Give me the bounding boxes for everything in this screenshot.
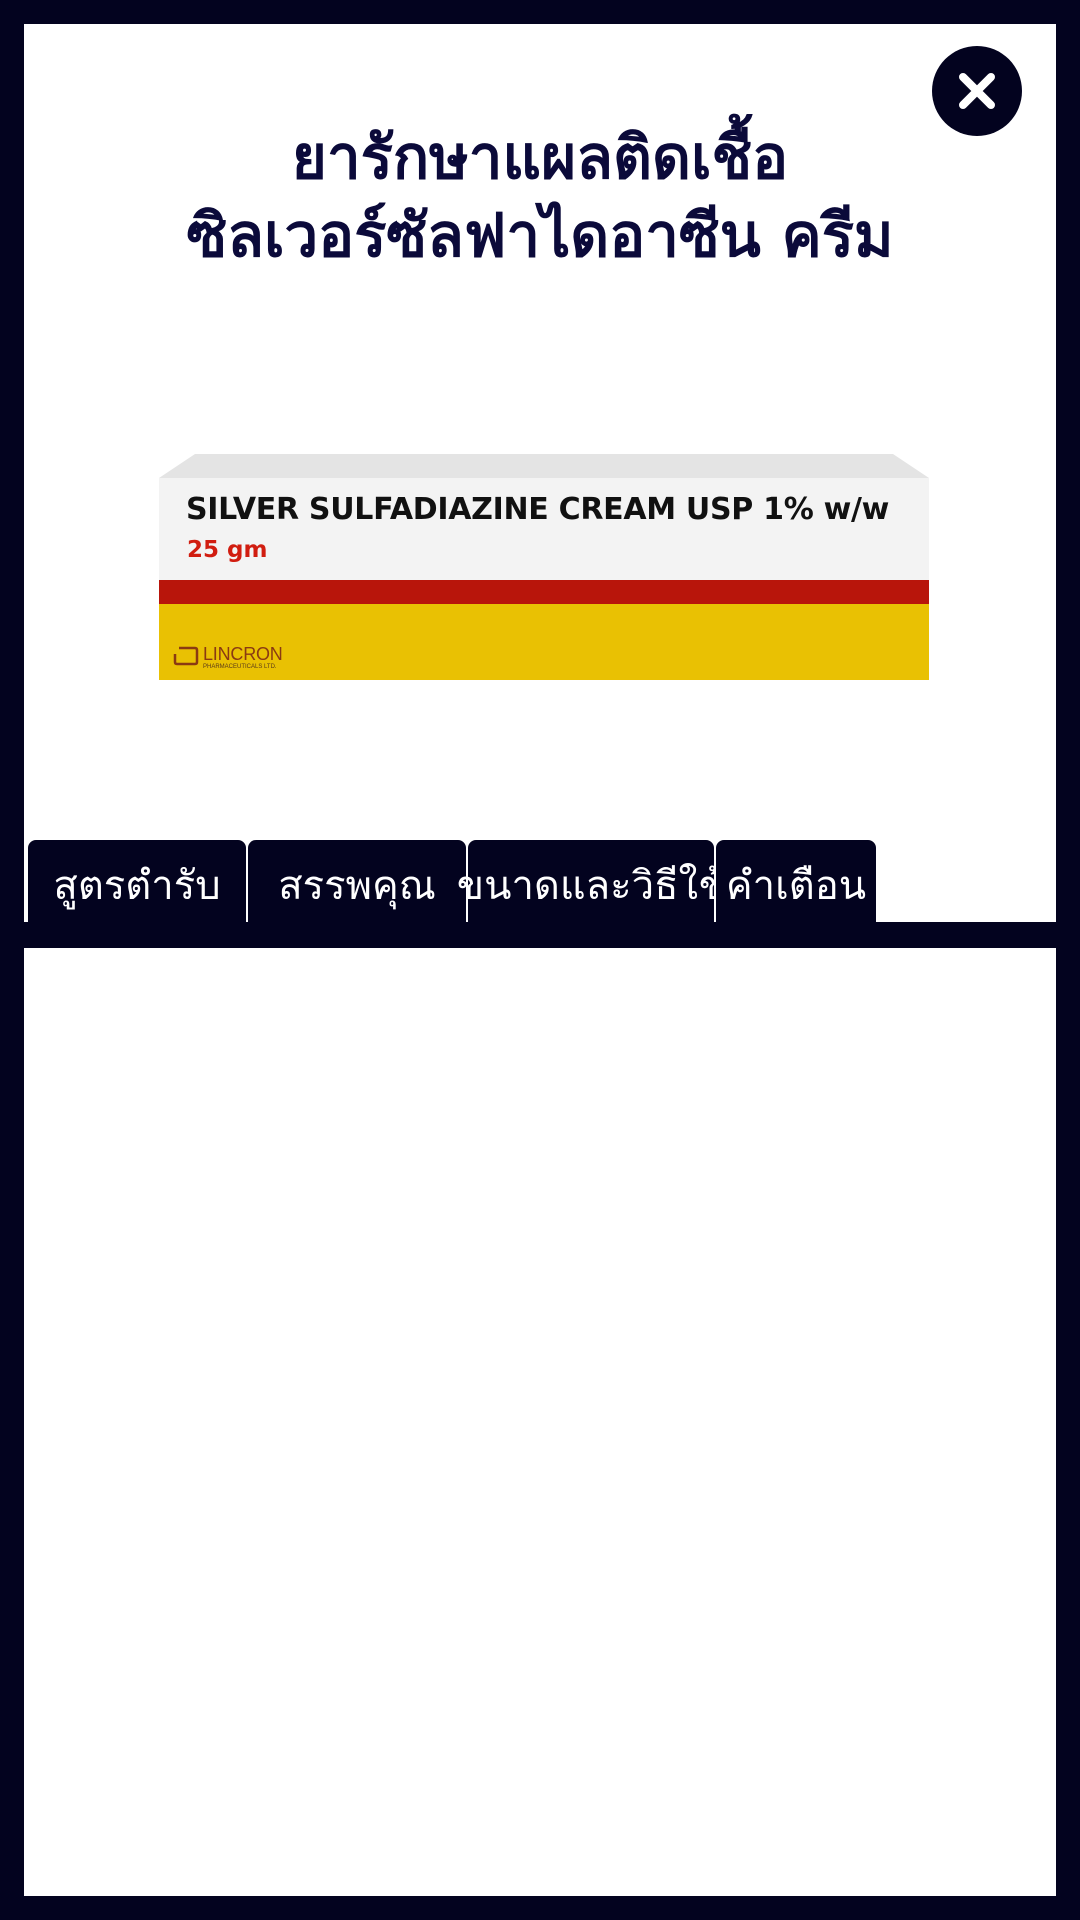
product-name: SILVER SULFADIAZINE CREAM USP 1% w/w xyxy=(186,492,890,527)
brand-name: LINCRON xyxy=(203,644,283,664)
product-size: 25 gm xyxy=(187,537,268,563)
page-title: ยารักษาแผลติดเชื้อ ซิลเวอร์ซัลฟาไดอาซีน … xyxy=(24,119,1056,275)
title-line-2: ซิลเวอร์ซัลฟาไดอาซีน ครีม xyxy=(186,201,894,271)
product-panel: ยารักษาแผลติดเชื้อ ซิลเวอร์ซัลฟาไดอาซีน … xyxy=(24,24,1056,922)
close-icon xyxy=(959,73,995,109)
product-box-front: SILVER SULFADIAZINE CREAM USP 1% w/w 25 … xyxy=(159,478,929,680)
tab-formula[interactable]: สูตรตำรับ xyxy=(28,840,246,922)
close-button[interactable] xyxy=(932,46,1022,136)
product-box-top xyxy=(159,454,929,478)
tab-indications[interactable]: สรรพคุณ xyxy=(248,840,466,922)
brand-logo: LINCRON PHARMACEUTICALS LTD. xyxy=(173,644,313,672)
tab-warnings[interactable]: คำเตือน xyxy=(716,840,876,922)
tab-bar: สูตรตำรับ สรรพคุณ ขนาดและวิธีใช้ คำเตือน xyxy=(24,840,1056,922)
tab-dosage[interactable]: ขนาดและวิธีใช้ xyxy=(457,840,725,922)
product-image: SILVER SULFADIAZINE CREAM USP 1% w/w 25 … xyxy=(159,454,929,680)
product-red-stripe xyxy=(159,580,929,604)
brand-subtitle: PHARMACEUTICALS LTD. xyxy=(203,664,277,670)
title-line-1: ยารักษาแผลติดเชื้อ xyxy=(291,123,789,193)
brand-logo-icon xyxy=(173,646,199,666)
tab-content-panel xyxy=(24,948,1056,1896)
